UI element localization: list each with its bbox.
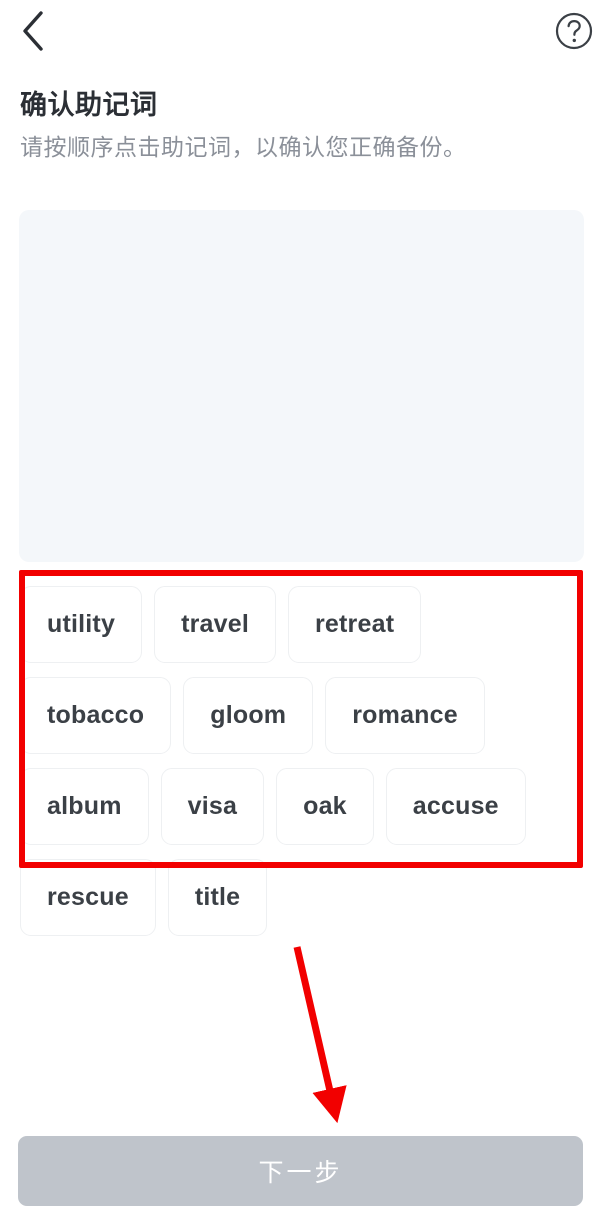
word-chip[interactable]: retreat [288,586,422,663]
word-chip[interactable]: album [20,768,149,845]
top-navbar [0,0,610,62]
next-step-button[interactable]: 下一步 [18,1136,583,1206]
word-chip[interactable]: romance [325,677,485,754]
chevron-left-icon [20,10,46,52]
word-chip[interactable]: travel [154,586,276,663]
help-button[interactable] [550,7,598,55]
page-title: 确认助记词 [20,90,158,120]
page-subtitle: 请按顺序点击助记词，以确认您正确备份。 [20,134,467,160]
word-chip[interactable]: rescue [20,859,156,936]
word-chip[interactable]: oak [276,768,374,845]
word-pool: utility travel retreat tobacco gloom rom… [20,586,580,936]
back-button[interactable] [6,4,60,58]
selected-words-panel[interactable] [19,210,584,562]
word-chip[interactable]: accuse [385,768,526,845]
word-chip[interactable]: utility [20,586,143,663]
word-chip[interactable]: gloom [183,677,314,754]
word-chip[interactable]: tobacco [20,677,172,754]
word-chip[interactable]: title [167,859,268,936]
word-chip[interactable]: visa [160,768,265,845]
help-circle-icon [554,11,594,51]
